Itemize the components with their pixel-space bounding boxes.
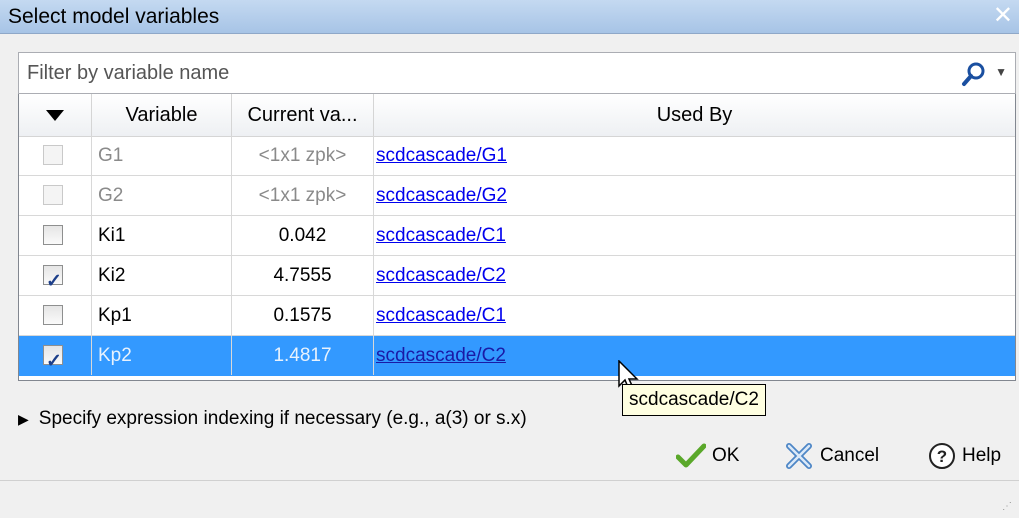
used-by-cell: scdcascade/C2 <box>374 256 1015 295</box>
table-row[interactable]: Kp1 0.1575 scdcascade/C1 <box>19 296 1015 336</box>
variable-name: Kp1 <box>92 296 232 335</box>
variable-name: G1 <box>92 136 232 175</box>
variables-table: Variable Current va... Used By G1 <1x1 zp… <box>18 94 1016 381</box>
checkbox-cell <box>19 216 92 255</box>
used-by-cell: scdcascade/C1 <box>374 216 1015 255</box>
cancel-x-icon <box>786 442 812 469</box>
checkbox-cell <box>19 296 92 335</box>
svg-text:?: ? <box>937 447 947 466</box>
row-checkbox[interactable] <box>43 225 63 245</box>
table-row[interactable]: G2 <1x1 zpk> scdcascade/G2 <box>19 176 1015 216</box>
chevron-down-icon <box>46 109 64 121</box>
cancel-button[interactable]: Cancel <box>784 440 879 472</box>
question-circle-icon: ? <box>929 442 955 469</box>
window-title: Select model variables <box>8 5 220 28</box>
variable-name: G2 <box>92 176 232 215</box>
variable-name: Ki1 <box>92 216 232 255</box>
row-checkbox[interactable]: ✓ <box>43 345 63 372</box>
checkmark-icon <box>675 443 707 468</box>
variable-value: 0.042 <box>232 216 374 255</box>
row-checkbox <box>43 185 63 205</box>
ok-label: OK <box>712 445 740 466</box>
used-by-cell: scdcascade/C1 <box>374 296 1015 335</box>
variable-value: 1.4817 <box>232 336 374 375</box>
table-row[interactable]: ✓ Kp2 1.4817 scdcascade/C2 <box>19 336 1015 376</box>
help-button[interactable]: ? Help <box>928 440 1001 472</box>
table-row[interactable]: ✓ Ki2 4.7555 scdcascade/C2 <box>19 256 1015 296</box>
used-by-link[interactable]: scdcascade/C2 <box>374 345 506 366</box>
header-variable[interactable]: Variable <box>92 94 232 136</box>
variable-value: 4.7555 <box>232 256 374 295</box>
resize-grip-icon[interactable]: ⋰ <box>1002 501 1013 512</box>
used-by-cell: scdcascade/G2 <box>374 176 1015 215</box>
select-all-menu[interactable] <box>19 94 92 136</box>
used-by-cell: scdcascade/G1 <box>374 136 1015 175</box>
checkmark-icon: ✓ <box>46 351 62 372</box>
chevron-down-icon[interactable]: ▼ <box>995 65 1007 79</box>
status-bar: ⋰ <box>0 480 1019 518</box>
checkbox-cell <box>19 136 92 175</box>
checkmark-icon: ✓ <box>46 271 62 292</box>
used-by-link[interactable]: scdcascade/C1 <box>374 305 506 326</box>
checkbox-cell: ✓ <box>19 336 92 375</box>
tooltip: scdcascade/C2 <box>622 384 766 416</box>
variable-value: <1x1 zpk> <box>232 176 374 215</box>
used-by-link[interactable]: scdcascade/C2 <box>374 265 506 286</box>
variable-name: Ki2 <box>92 256 232 295</box>
variable-value: 0.1575 <box>232 296 374 335</box>
used-by-link[interactable]: scdcascade/G2 <box>374 185 507 206</box>
header-current-value[interactable]: Current va... <box>232 94 374 136</box>
row-checkbox[interactable]: ✓ <box>43 265 63 292</box>
cancel-label: Cancel <box>820 445 880 466</box>
ok-button[interactable]: OK <box>675 440 740 472</box>
used-by-link[interactable]: scdcascade/G1 <box>374 145 507 166</box>
used-by-link[interactable]: scdcascade/C1 <box>374 225 506 246</box>
expander-label: Specify expression indexing if necessary… <box>38 408 527 429</box>
variable-name: Kp2 <box>92 336 232 375</box>
table-header: Variable Current va... Used By <box>19 94 1015 137</box>
table-row[interactable]: G1 <1x1 zpk> scdcascade/G1 <box>19 136 1015 176</box>
filter-input[interactable] <box>27 59 927 87</box>
checkbox-cell <box>19 176 92 215</box>
table-row[interactable]: Ki1 0.042 scdcascade/C1 <box>19 216 1015 256</box>
triangle-right-icon: ▶ <box>18 411 29 427</box>
header-used-by[interactable]: Used By <box>374 94 1015 136</box>
filter-box: ▼ <box>18 52 1016 94</box>
indexing-expander[interactable]: ▶ Specify expression indexing if necessar… <box>18 408 527 430</box>
variable-value: <1x1 zpk> <box>232 136 374 175</box>
row-checkbox[interactable] <box>43 305 63 325</box>
title-bar: Select model variables ✕ <box>0 0 1019 34</box>
help-label: Help <box>962 445 1002 466</box>
checkbox-cell: ✓ <box>19 256 92 295</box>
close-icon[interactable]: ✕ <box>993 2 1013 30</box>
row-checkbox <box>43 145 63 165</box>
search-icon[interactable] <box>961 61 987 87</box>
used-by-cell: scdcascade/C2 <box>374 336 1015 375</box>
